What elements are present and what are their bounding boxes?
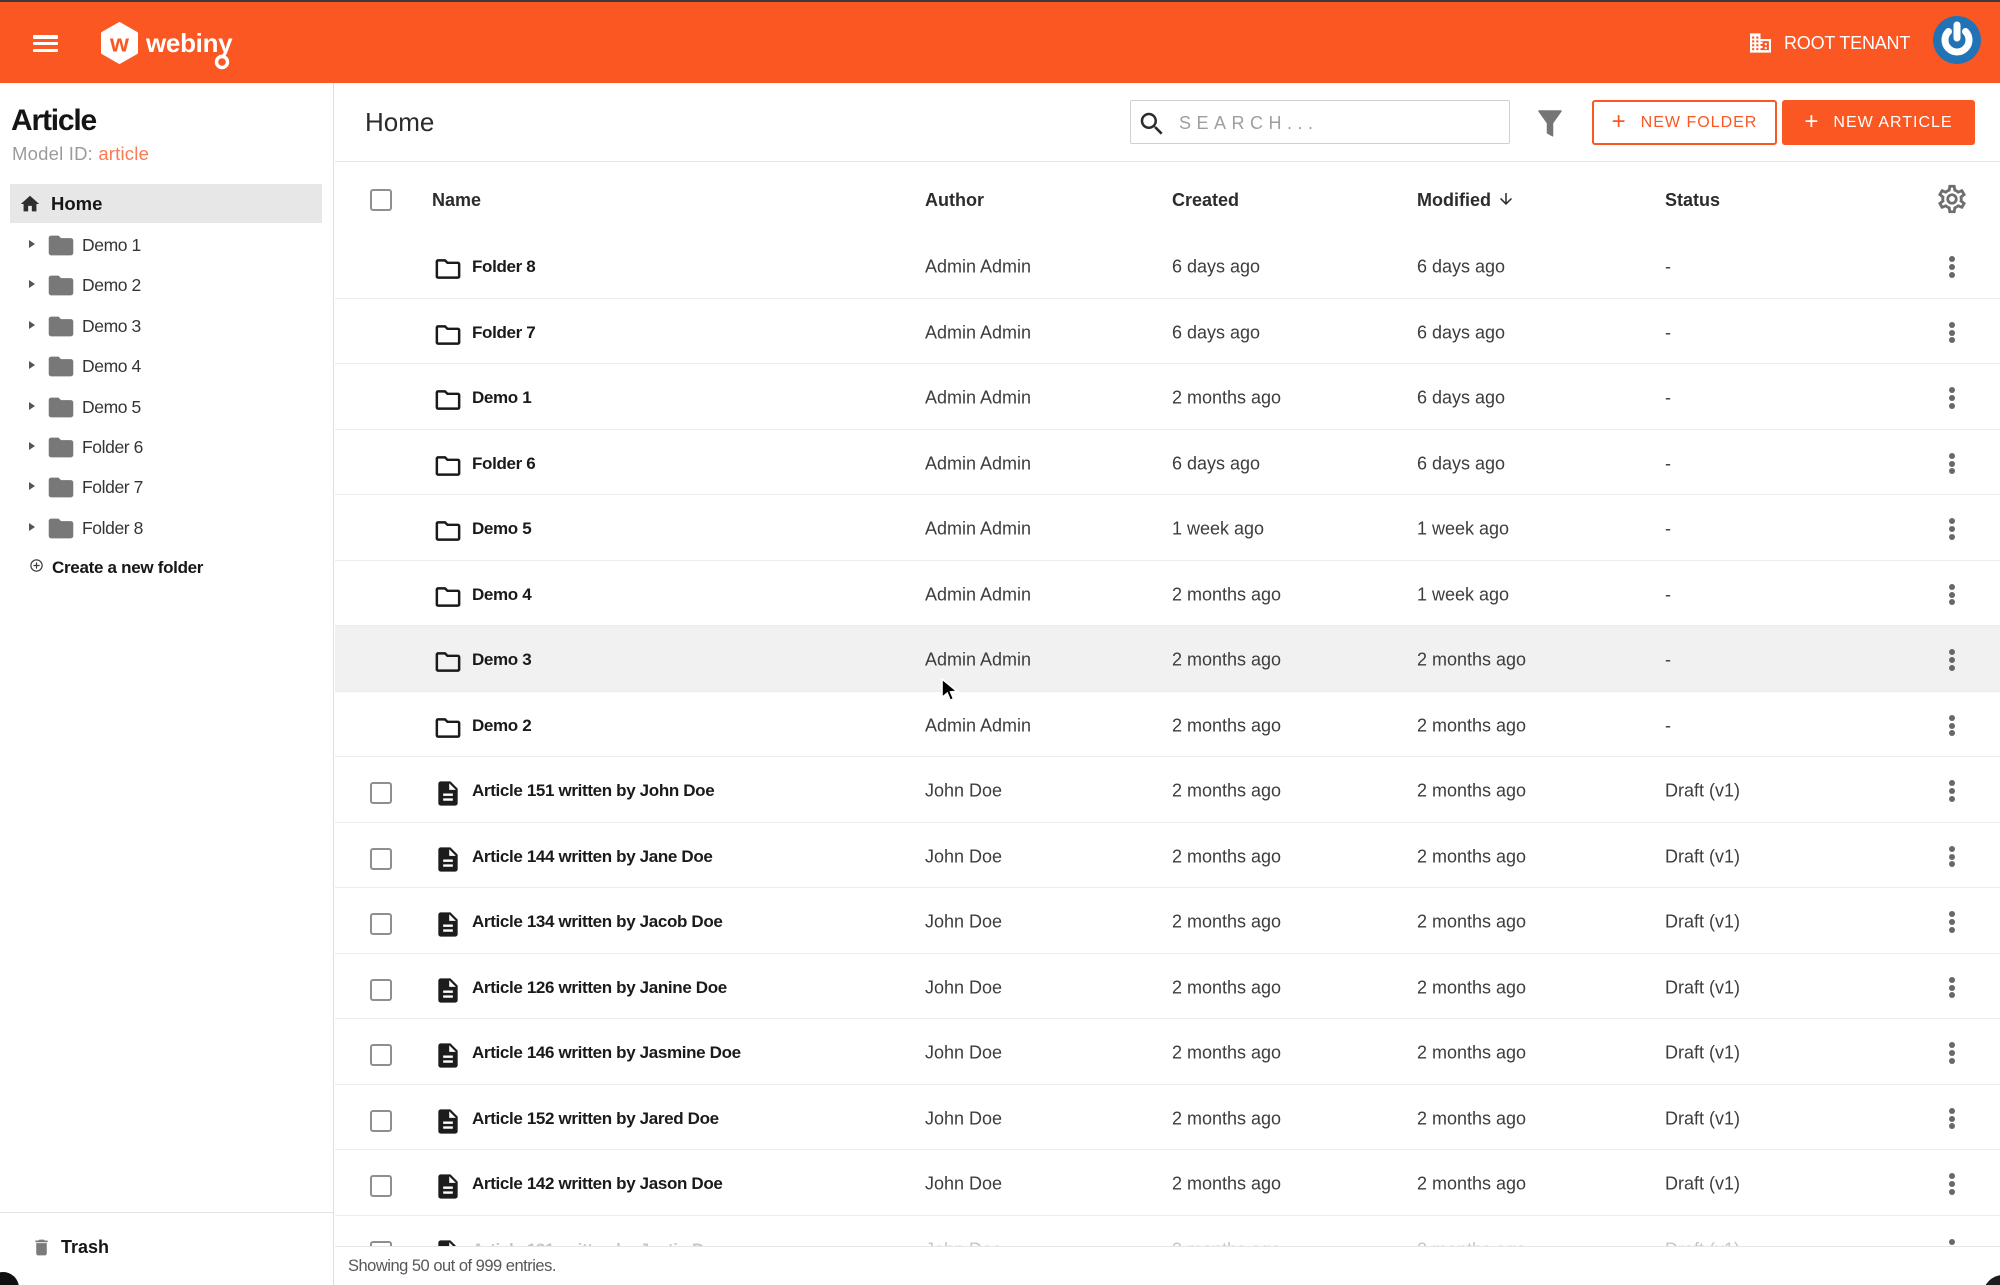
svg-text:w: w	[109, 30, 129, 57]
